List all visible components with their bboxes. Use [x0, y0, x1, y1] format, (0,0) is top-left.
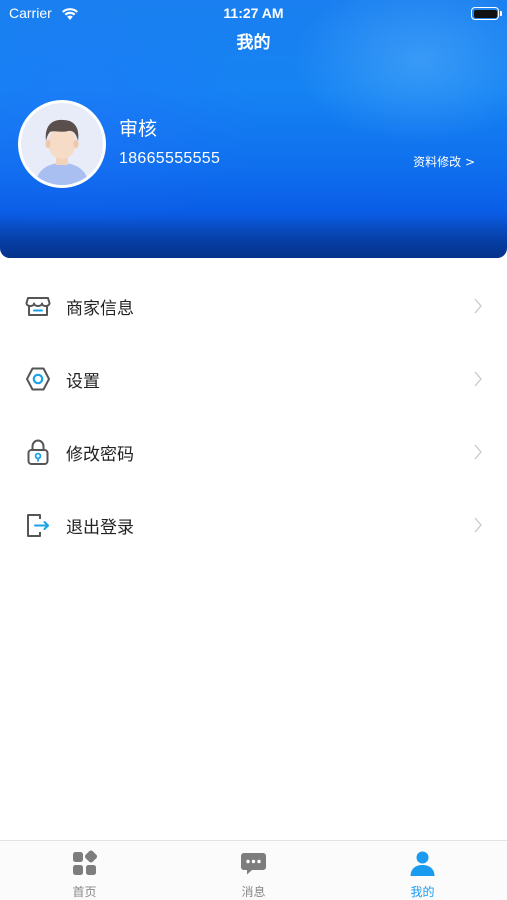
tab-messages[interactable]: 消息	[169, 841, 338, 900]
lock-icon	[27, 439, 49, 465]
home-grid-icon	[73, 850, 98, 875]
tab-home[interactable]: 首页	[0, 841, 169, 900]
menu-item-label: 退出登录	[66, 518, 134, 538]
chevron-right-icon	[474, 517, 482, 533]
chat-bubble-icon	[241, 853, 266, 875]
menu-item-store-info[interactable]: 商家信息	[0, 270, 507, 343]
battery-icon	[471, 7, 502, 20]
avatar[interactable]	[18, 100, 106, 188]
settings-icon	[26, 367, 50, 391]
chevron-right-icon	[474, 371, 482, 387]
tab-label: 首页	[72, 885, 97, 899]
tab-bar: 首页 消息 我的	[0, 840, 507, 900]
user-phone: 18665555555	[119, 150, 221, 167]
menu-item-settings[interactable]: 设置	[0, 343, 507, 416]
logout-icon	[27, 514, 49, 537]
user-icon	[410, 851, 435, 876]
tab-label: 我的	[410, 885, 435, 899]
page-title: 我的	[236, 33, 271, 53]
menu-item-label: 修改密码	[66, 445, 134, 465]
tab-mine[interactable]: 我的	[338, 841, 507, 900]
edit-profile-link[interactable]: 资料修改 >	[413, 153, 475, 170]
menu-item-change-password[interactable]: 修改密码	[0, 416, 507, 489]
chevron-right-icon	[474, 444, 482, 460]
menu-item-label: 设置	[66, 372, 100, 392]
avatar-icon	[21, 103, 103, 185]
menu-item-logout[interactable]: 退出登录	[0, 489, 507, 562]
status-time: 11:27 AM	[223, 5, 284, 21]
profile-header: Carrier 11:27 AM 我的 审核 18665555555 资料修改 …	[0, 0, 507, 258]
menu-item-label: 商家信息	[66, 299, 134, 319]
user-name: 审核	[119, 118, 158, 140]
status-bar: Carrier 11:27 AM	[0, 0, 507, 28]
store-icon	[25, 297, 51, 316]
menu-list: 商家信息 设置 修改密码 退出登录	[0, 270, 507, 562]
chevron-right-icon	[474, 298, 482, 314]
tab-label: 消息	[241, 885, 266, 899]
